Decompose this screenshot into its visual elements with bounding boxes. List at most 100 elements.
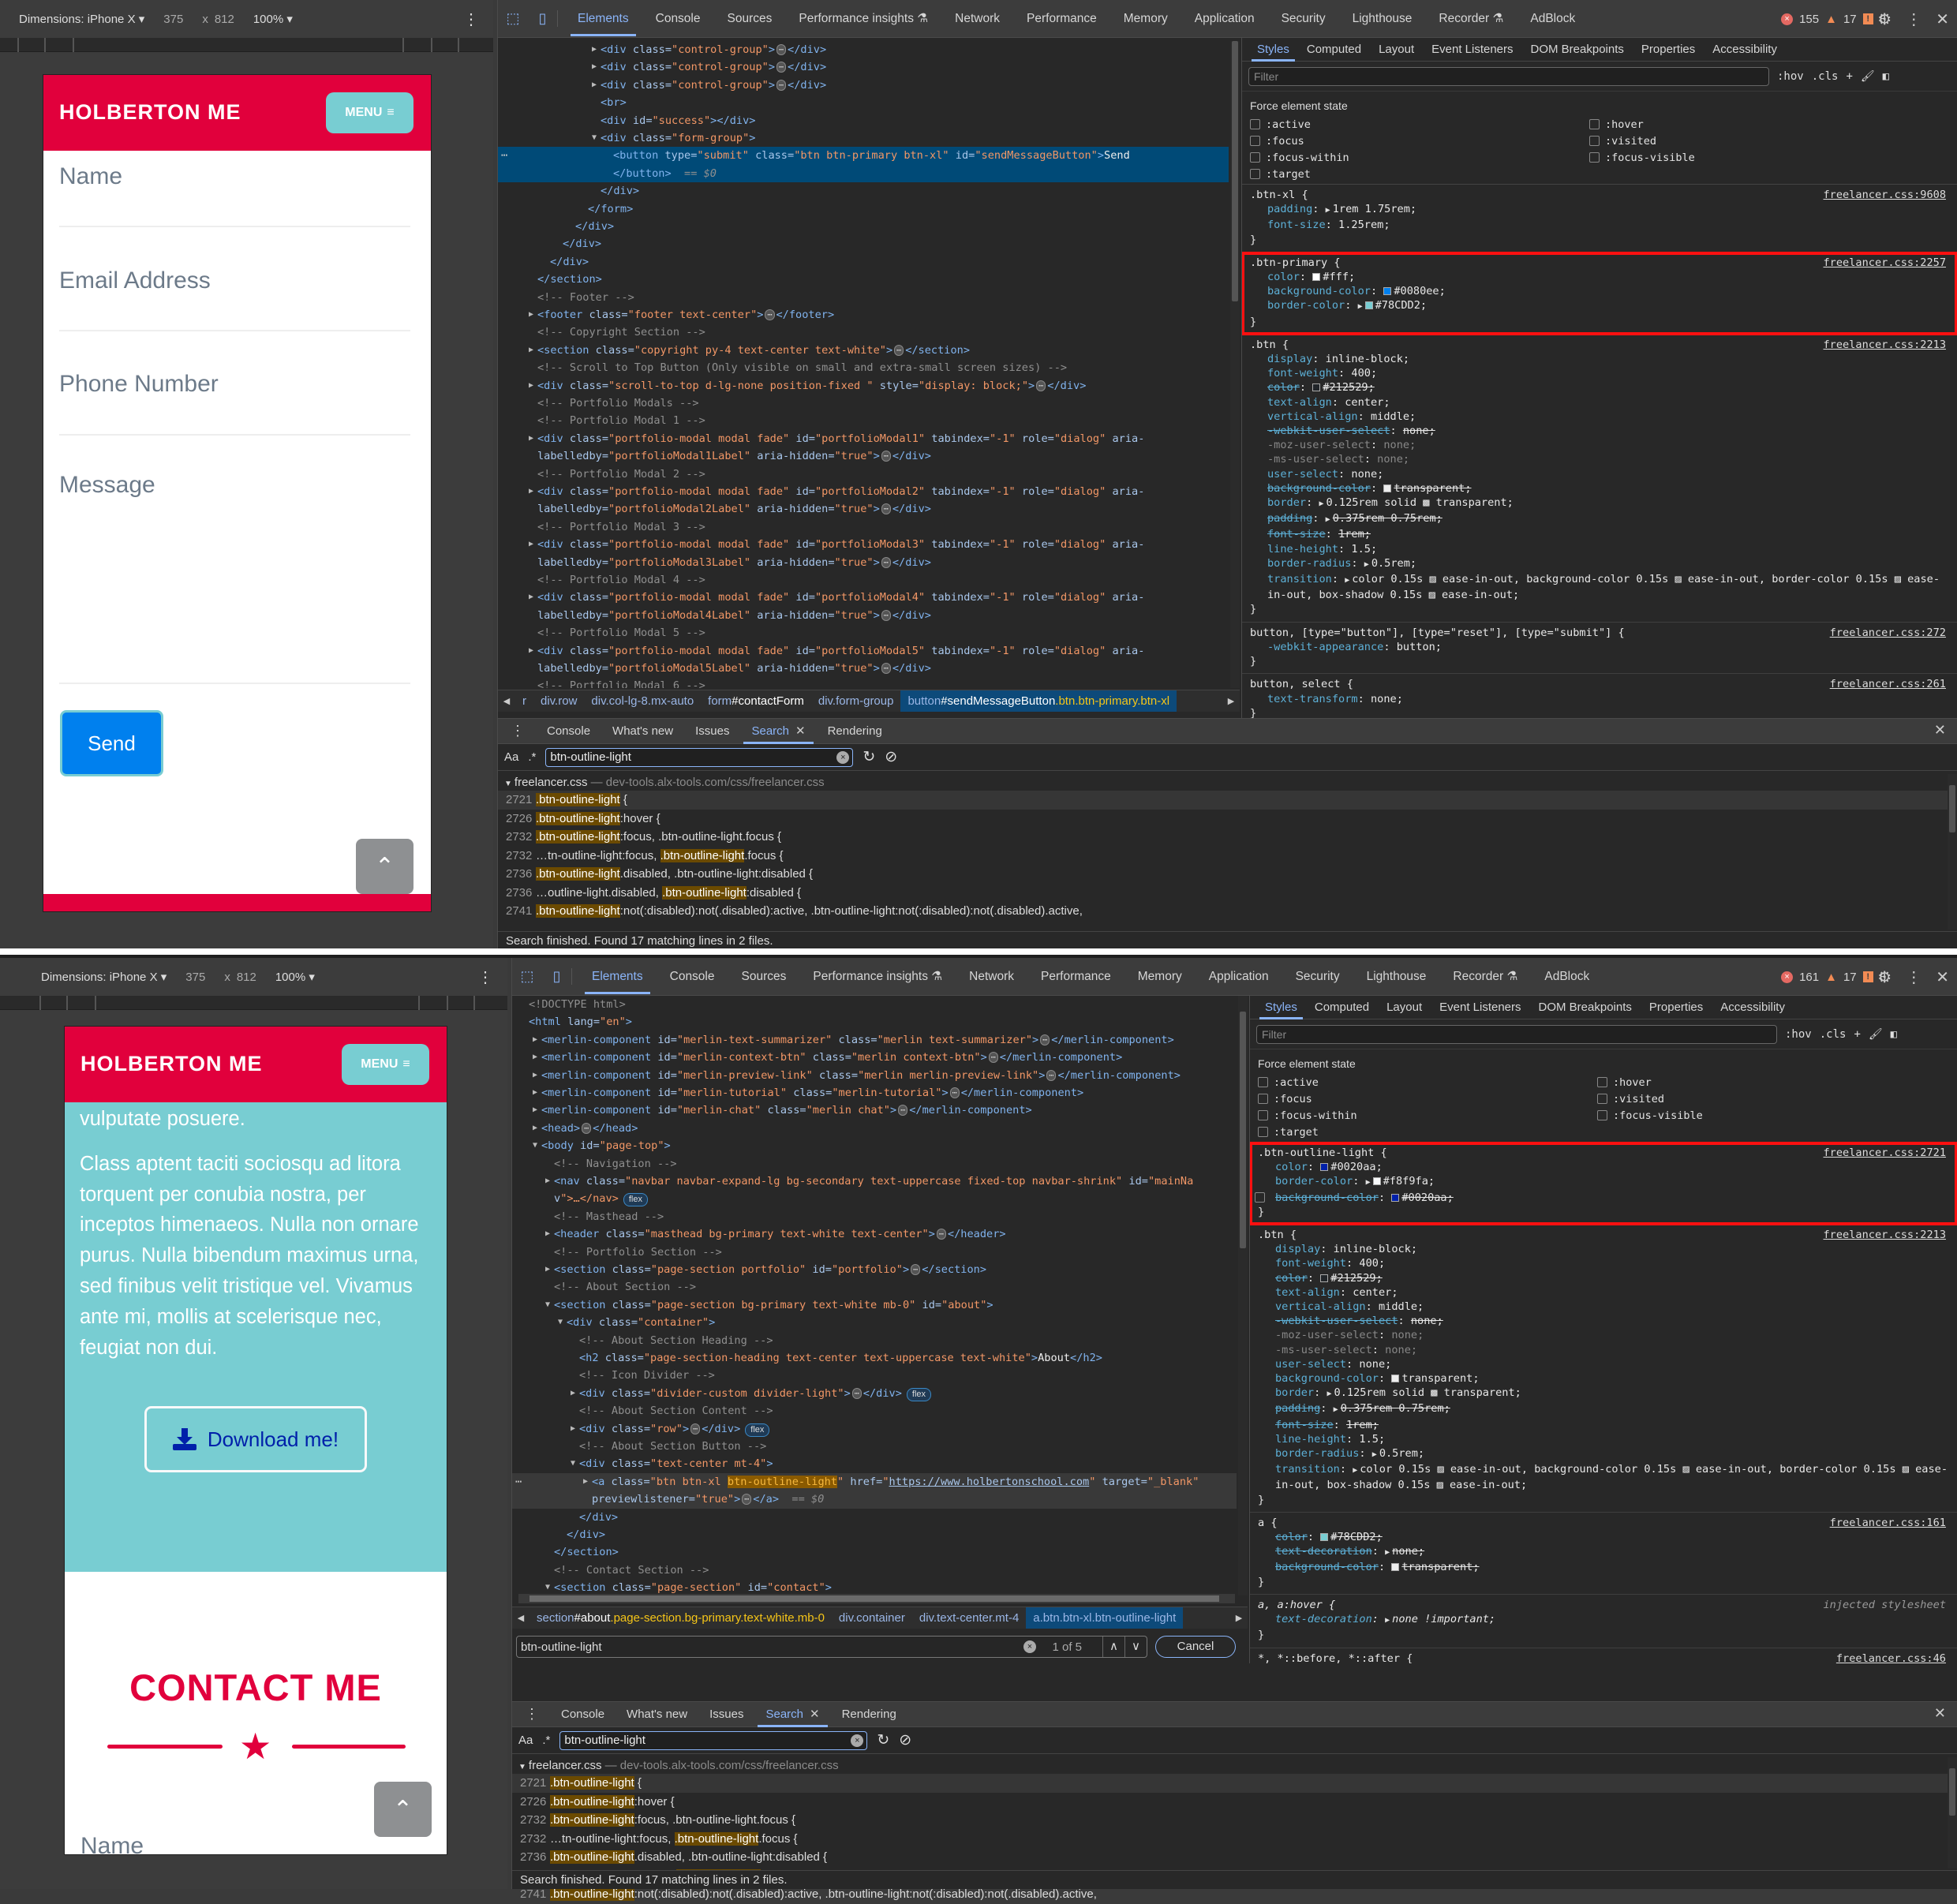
collapsed-triangle-icon[interactable]: ▶ [592, 77, 597, 94]
breadcrumb-item[interactable]: button#sendMessageButton.btn.btn-primary… [900, 690, 1177, 712]
clear-search-icon[interactable]: × [836, 750, 850, 764]
dom-node-line[interactable]: ▶ <merlin-component id="merlin-chat" clas… [512, 1102, 1237, 1119]
toggle-sidebar-icon[interactable]: ◧ [1891, 1028, 1897, 1041]
css-property[interactable]: font-size: 1rem; [1258, 1418, 1949, 1432]
tab-performance-insights[interactable]: Performance insights ⚗ [785, 0, 941, 38]
breadcrumb-scroll-right-icon[interactable]: ▶ [1222, 696, 1240, 706]
tab-event-listeners[interactable]: Event Listeners [1431, 996, 1529, 1019]
css-property[interactable]: -webkit-user-select: none; [1250, 424, 1949, 438]
collapsed-triangle-icon[interactable]: ▶ [571, 1385, 575, 1402]
tab-lighthouse[interactable]: Lighthouse [1353, 958, 1440, 996]
rule-source-link[interactable]: freelancer.css:2721 [1824, 1146, 1947, 1160]
tab-application[interactable]: Application [1181, 0, 1268, 38]
layout-badge[interactable]: flex [623, 1193, 648, 1207]
tab-recorder[interactable]: Recorder ⚗ [1439, 958, 1531, 996]
dom-node-line[interactable]: <!-- Portfolio Modal 5 --> [498, 624, 1229, 642]
elements-scrollbar[interactable] [1230, 41, 1240, 688]
search-result-line[interactable]: 2736…outline-light.disabled, .btn-outlin… [498, 884, 1957, 903]
clear-search-icon[interactable]: × [1023, 1640, 1036, 1653]
dom-node-line[interactable]: <!-- About Section --> [512, 1278, 1237, 1296]
checkbox[interactable] [1597, 1094, 1607, 1104]
message-field[interactable]: Message [59, 472, 410, 684]
collapsed-triangle-icon[interactable]: ▶ [529, 306, 533, 324]
dom-node-line[interactable]: ▼ <body id="page-top"> [512, 1137, 1237, 1154]
dom-node-line[interactable]: ▶ <div class="control-group"> ⋯ </div> [498, 41, 1229, 58]
dom-node-line[interactable]: <!-- Portfolio Modal 3 --> [498, 518, 1229, 536]
search-input[interactable]: btn-outline-light × [545, 747, 854, 767]
tab-memory[interactable]: Memory [1124, 958, 1196, 996]
close-tab-icon[interactable]: ✕ [795, 724, 806, 738]
hov-toggle[interactable]: :hov [1785, 1028, 1812, 1041]
color-swatch[interactable] [1372, 1177, 1381, 1186]
tab-computed[interactable]: Computed [1306, 996, 1378, 1019]
dom-node-line[interactable]: </div> [498, 253, 1229, 271]
collapsed-triangle-icon[interactable]: ▶ [533, 1067, 537, 1084]
expand-triangle-icon[interactable]: ▶ [1326, 1390, 1331, 1398]
dom-node-line[interactable]: </section> [498, 271, 1229, 288]
dom-node-line[interactable]: labelledby="portfolioModal5Label" aria-h… [498, 660, 1229, 677]
dom-node-line[interactable]: <!-- About Section Content --> [512, 1402, 1237, 1420]
dom-node-line[interactable]: <!-- Copyright Section --> [498, 324, 1229, 341]
tab-memory[interactable]: Memory [1110, 0, 1181, 38]
css-property[interactable]: background-color: #0080ee; [1250, 284, 1949, 298]
checkbox[interactable] [1589, 136, 1600, 146]
expand-triangle-icon[interactable]: ▶ [1326, 206, 1330, 215]
expand-triangle-icon[interactable]: ▶ [1345, 576, 1349, 585]
color-swatch[interactable] [1320, 1163, 1329, 1172]
close-drawer-icon[interactable]: ✕ [1934, 722, 1946, 739]
tab-performance[interactable]: Performance [1027, 958, 1124, 996]
state-checkbox-focus[interactable]: :focus [1250, 135, 1589, 148]
kebab-menu-icon[interactable]: ⋮ [1906, 967, 1921, 987]
menu-button[interactable]: MENU ≡ [326, 92, 413, 133]
css-property[interactable]: background-color: #0020aa; [1255, 1191, 1949, 1205]
regex-toggle[interactable]: .* [542, 1734, 550, 1747]
tab-dom-breakpoints[interactable]: DOM Breakpoints [1522, 38, 1633, 62]
dom-node-line[interactable]: ▼ <section class="page-section bg-primary… [512, 1296, 1237, 1314]
css-property[interactable]: -moz-user-select: none; [1250, 438, 1949, 452]
close-devtools-icon[interactable]: ✕ [1936, 9, 1949, 29]
previous-match-icon[interactable]: ∧ [1102, 1637, 1124, 1657]
scroll-to-top-button[interactable]: ⌃ [374, 1782, 432, 1837]
device-select[interactable]: Dimensions: iPhone X ▾ [19, 12, 144, 26]
css-property[interactable]: text-transform: none; [1250, 692, 1949, 706]
css-property[interactable]: transition: ▶ color 0.15s ▨ ease-in-out, … [1250, 572, 1949, 602]
tab-properties[interactable]: Properties [1641, 996, 1712, 1019]
checkbox[interactable] [1250, 119, 1260, 129]
expanded-triangle-icon[interactable]: ▼ [558, 1314, 563, 1331]
search-result-line[interactable]: 2726 .btn-outline-light:hover { [498, 810, 1957, 829]
breadcrumb-item[interactable]: r [515, 690, 533, 712]
new-style-rule-icon[interactable]: + [1854, 1028, 1860, 1041]
drawer-tab-issues[interactable]: Issues [684, 719, 740, 744]
dom-node-line[interactable]: <!-- Portfolio Modal 1 --> [498, 412, 1229, 429]
elements-horizontal-scrollbar[interactable] [518, 1594, 1235, 1603]
dom-node-line[interactable]: v">…</nav> flex [512, 1190, 1237, 1207]
search-input[interactable]: btn-outline-light × [559, 1730, 868, 1750]
scrollbar-thumb[interactable] [1949, 1768, 1955, 1816]
dom-node-line[interactable]: </div> [498, 218, 1229, 235]
search-result-line[interactable]: 2732 …tn-outline-light:focus, .btn-outlin… [498, 847, 1957, 866]
css-property[interactable]: text-decoration: ▶ none; [1258, 1544, 1949, 1560]
checkbox[interactable] [1589, 152, 1600, 163]
breadcrumb-item[interactable]: section#about.page-section.bg-primary.te… [529, 1607, 832, 1629]
tab-styles[interactable]: Styles [1256, 996, 1306, 1019]
toggle-sidebar-icon[interactable]: ◧ [1883, 70, 1889, 83]
css-property[interactable]: border: ▶ 0.125rem solid ▩ transparent; [1250, 496, 1949, 511]
brand-logo[interactable]: HOLBERTON ME [59, 100, 241, 125]
tab-accessibility[interactable]: Accessibility [1704, 38, 1786, 62]
css-property[interactable]: line-height: 1.5; [1250, 542, 1949, 556]
dom-node-line[interactable]: <!-- Icon Divider --> [512, 1367, 1237, 1384]
drawer-tab-console[interactable]: Console [536, 719, 601, 744]
css-property[interactable]: color: #78CDD2; [1258, 1530, 1949, 1544]
drawer-tab-rendering[interactable]: Rendering [831, 1702, 907, 1727]
dom-node-line[interactable]: <html lang="en"> [512, 1013, 1237, 1031]
css-property[interactable]: background-color: transparent; [1258, 1560, 1949, 1574]
dom-node-line[interactable]: </form> [498, 200, 1229, 218]
tab-security[interactable]: Security [1268, 0, 1339, 38]
dom-node-line[interactable]: </div> [512, 1509, 1237, 1526]
dom-node-line[interactable]: <!-- Scroll to Top Button (Only visible … [498, 359, 1229, 376]
download-button[interactable]: Download me! [144, 1406, 367, 1472]
issue-counters[interactable]: × 155 ▲ 17! 8 [1781, 0, 1886, 38]
tab-event-listeners[interactable]: Event Listeners [1423, 38, 1521, 62]
checkbox[interactable] [1250, 169, 1260, 179]
dom-node-line[interactable]: </button> == $0 [498, 164, 1229, 183]
